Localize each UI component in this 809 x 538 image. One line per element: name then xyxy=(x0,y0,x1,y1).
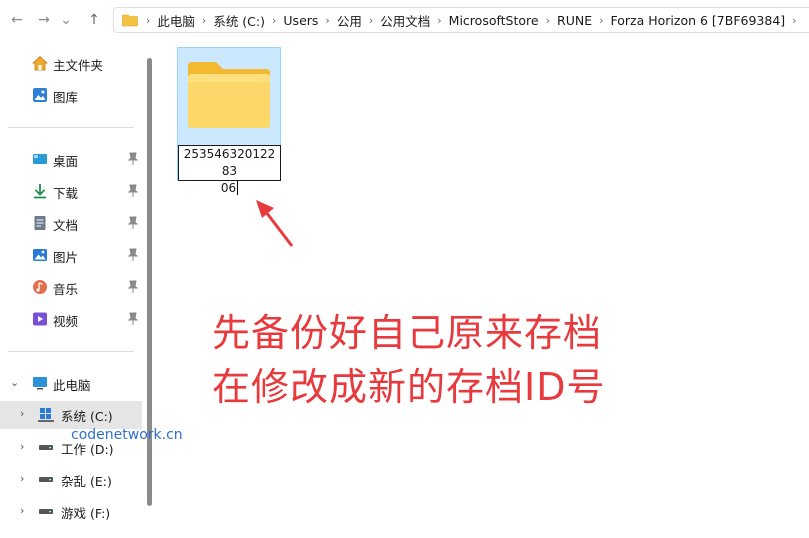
annotation-line-2: 在修改成新的存档ID号 xyxy=(212,365,606,409)
sidebar-item-label: 图片 xyxy=(53,250,79,265)
sidebar-item-pictures[interactable]: 图片 xyxy=(0,242,142,268)
rename-input[interactable]: 25354632012283 06 xyxy=(178,145,281,195)
recent-chevron-icon[interactable]: ⌄ xyxy=(56,10,76,30)
address-bar[interactable]: › 此电脑 › 系统 (C:) › Users › 公用 › 公用文档 › Mi… xyxy=(113,7,809,33)
gallery-icon xyxy=(33,88,47,102)
sidebar-item-label: 文档 xyxy=(53,218,79,233)
chevron-right-icon[interactable]: › xyxy=(20,440,24,453)
chevron-right-icon[interactable]: › xyxy=(20,407,24,420)
breadcrumb-public[interactable]: 公用 xyxy=(337,11,362,30)
sidebar-item-drive-f[interactable]: › 游戏 (F:) xyxy=(0,498,142,524)
sidebar-item-label: 桌面 xyxy=(53,154,79,169)
download-icon xyxy=(34,184,46,199)
chevron-right-icon: › xyxy=(201,13,207,27)
sidebar-divider xyxy=(8,127,134,128)
sidebar-item-label: 下载 xyxy=(53,186,79,201)
annotation-arrow-icon xyxy=(256,200,294,247)
pin-icon[interactable] xyxy=(128,184,138,198)
picture-icon xyxy=(33,249,47,261)
home-icon xyxy=(32,55,48,71)
folder-icon xyxy=(188,62,270,128)
sidebar-item-drive-e[interactable]: › 杂乱 (E:) xyxy=(0,466,142,492)
drive-icon xyxy=(39,477,53,482)
pin-icon[interactable] xyxy=(128,280,138,294)
windows-drive-icon xyxy=(38,408,54,422)
chevron-right-icon: › xyxy=(146,13,151,27)
chevron-right-icon[interactable]: › xyxy=(20,472,24,485)
pin-icon[interactable] xyxy=(128,152,138,166)
breadcrumb-forza-horizon[interactable]: Forza Horizon 6 [7BF69384] xyxy=(611,13,786,28)
chevron-right-icon: › xyxy=(325,13,330,27)
sidebar-item-documents[interactable]: 文档 xyxy=(0,210,142,236)
folder-name-line: 25354632012283 xyxy=(183,147,276,178)
sidebar-divider xyxy=(8,351,134,352)
back-arrow-icon[interactable]: ← xyxy=(7,10,27,30)
chevron-right-icon[interactable]: › xyxy=(20,504,24,517)
sidebar-item-label: 此电脑 xyxy=(53,378,91,393)
music-icon xyxy=(33,280,47,294)
folder-icon xyxy=(122,14,138,27)
breadcrumb-public-documents[interactable]: 公用文档 xyxy=(380,11,430,30)
breadcrumb-users[interactable]: Users xyxy=(283,13,318,28)
folder-name-line: 06 xyxy=(220,181,239,195)
breadcrumb-c-drive[interactable]: 系统 (C:) xyxy=(213,11,265,30)
watermark-text: codenetwork.cn xyxy=(71,427,183,443)
pin-icon[interactable] xyxy=(128,216,138,230)
chevron-right-icon: › xyxy=(599,13,604,27)
up-arrow-icon[interactable]: ↑ xyxy=(84,10,104,30)
sidebar-item-label: 杂乱 (E:) xyxy=(61,474,112,489)
sidebar-item-gallery[interactable]: 图库 xyxy=(0,82,142,108)
chevron-right-icon: › xyxy=(272,13,277,27)
computer-icon xyxy=(33,377,47,390)
sidebar-item-downloads[interactable]: 下载 xyxy=(0,178,142,204)
sidebar-item-this-pc[interactable]: ⌄ 此电脑 xyxy=(0,370,142,396)
breadcrumb-rune[interactable]: RUNE xyxy=(557,13,592,28)
desktop-icon xyxy=(33,154,47,164)
chevron-down-icon[interactable]: ⌄ xyxy=(10,376,19,389)
sidebar-item-label: 系统 (C:) xyxy=(61,409,113,424)
sidebar-item-home[interactable]: 主文件夹 xyxy=(0,50,142,76)
sidebar-item-label: 游戏 (F:) xyxy=(61,506,111,521)
sidebar-item-desktop[interactable]: 桌面 xyxy=(0,146,142,172)
sidebar-item-label: 图库 xyxy=(53,90,79,105)
document-icon xyxy=(34,216,46,230)
video-icon xyxy=(33,312,47,326)
annotation-text: 先备份好自己原来存档 在修改成新的存档ID号 xyxy=(212,306,605,414)
top-bar: ← → ⌄ ↑ › 此电脑 › 系统 (C:) › Users › 公用 › 公… xyxy=(0,0,809,40)
sidebar-item-music[interactable]: 音乐 xyxy=(0,274,142,300)
sidebar-item-drive-c[interactable]: › 系统 (C:) xyxy=(0,401,142,429)
chevron-right-icon: › xyxy=(437,13,442,27)
sidebar-item-label: 视频 xyxy=(53,314,79,329)
drive-icon xyxy=(39,445,53,450)
drive-icon xyxy=(39,509,53,514)
chevron-right-icon: › xyxy=(792,13,797,27)
sidebar-item-videos[interactable]: 视频 xyxy=(0,306,142,332)
breadcrumb-this-pc[interactable]: 此电脑 xyxy=(157,11,195,30)
sidebar-item-label: 主文件夹 xyxy=(53,58,104,73)
chevron-right-icon: › xyxy=(368,13,374,27)
breadcrumb-microsoftstore[interactable]: MicrosoftStore xyxy=(449,13,539,28)
pin-icon[interactable] xyxy=(128,248,138,262)
annotation-line-1: 先备份好自己原来存档 xyxy=(212,311,603,355)
navigation-pane: 主文件夹 图库 桌面 下载 文档 图片 音乐 视频 ⌄ 此电脑 › 系统 (C:… xyxy=(0,40,158,538)
forward-arrow-icon[interactable]: → xyxy=(34,10,54,30)
chevron-right-icon: › xyxy=(545,13,551,27)
sidebar-item-label: 音乐 xyxy=(53,282,79,297)
pin-icon[interactable] xyxy=(128,312,138,326)
